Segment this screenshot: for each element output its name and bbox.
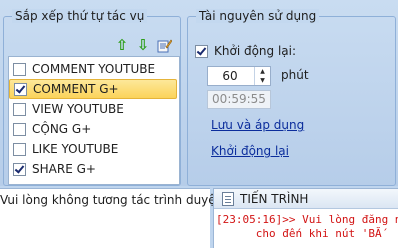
countdown-field: 00:59:55	[207, 90, 271, 109]
log-title: TIẾN TRÌNH	[240, 191, 309, 206]
task-label: COMMENT YOUTUBE	[32, 62, 156, 76]
task-item-comment-gplus[interactable]: COMMENT G+	[9, 79, 177, 99]
task-item-share-gplus[interactable]: SHARE G+	[9, 159, 177, 179]
task-label: COMMENT G+	[33, 82, 119, 96]
resources-group: Tài nguyên sử dụng Khởi động lại: 60 ▲ ▼…	[187, 9, 396, 186]
status-message: Vui lòng không tương tác trình duyệt.	[0, 193, 225, 207]
status-area: Vui lòng không tương tác trình duyệt.	[0, 188, 224, 248]
log-output: [23:05:16]>> Vui lòng đăng nhậ cho đến k…	[216, 213, 398, 241]
task-label: CỘNG G+	[32, 122, 92, 136]
checkbox[interactable]	[13, 162, 26, 176]
task-item-comment-youtube[interactable]: COMMENT YOUTUBE	[9, 59, 177, 79]
task-order-group: Sắp xếp thứ tự tác vụ ⇧ ⇩ COMMENT YOUTUB…	[3, 9, 181, 186]
task-label: VIEW YOUTUBE	[32, 102, 124, 116]
save-apply-link[interactable]: Lưu và áp dụng	[211, 118, 304, 132]
task-label: LIKE YOUTUBE	[32, 142, 119, 156]
minutes-input[interactable]: 60	[208, 67, 252, 85]
checkbox[interactable]	[13, 122, 26, 136]
checkbox[interactable]	[13, 62, 26, 76]
checkbox[interactable]	[13, 102, 26, 116]
progress-log-panel: TIẾN TRÌNH [23:05:16]>> Vui lòng đăng nh…	[213, 188, 398, 248]
task-list[interactable]: COMMENT YOUTUBE COMMENT G+ VIEW YOUTUBE …	[8, 56, 180, 185]
document-icon	[222, 191, 234, 206]
move-up-icon[interactable]: ⇧	[114, 36, 130, 54]
move-down-icon[interactable]: ⇩	[135, 36, 151, 54]
log-line: cho đến khi nút 'BẮ	[216, 227, 382, 240]
minutes-stepper[interactable]: 60 ▲ ▼	[207, 66, 271, 86]
resources-title: Tài nguyên sử dụng	[196, 9, 320, 23]
log-header: TIẾN TRÌNH	[214, 189, 398, 209]
increment-icon[interactable]: ▲	[255, 67, 270, 76]
restart-link[interactable]: Khởi động lại	[211, 144, 289, 158]
task-label: SHARE G+	[32, 162, 96, 176]
restart-checkbox[interactable]	[195, 44, 208, 58]
edit-save-icon[interactable]	[156, 36, 172, 54]
log-line: [23:05:16]>> Vui lòng đăng nhậ	[216, 213, 398, 226]
checkbox[interactable]	[14, 82, 27, 96]
decrement-icon[interactable]: ▼	[255, 76, 270, 85]
task-order-title: Sắp xếp thứ tự tác vụ	[12, 9, 148, 23]
checkbox[interactable]	[13, 142, 26, 156]
stepper-buttons: ▲ ▼	[254, 67, 270, 85]
minutes-unit: phút	[281, 68, 309, 82]
task-item-like-youtube[interactable]: LIKE YOUTUBE	[9, 139, 177, 159]
restart-toggle[interactable]: Khởi động lại:	[191, 44, 296, 58]
restart-label: Khởi động lại:	[214, 44, 297, 58]
task-item-view-youtube[interactable]: VIEW YOUTUBE	[9, 99, 177, 119]
task-toolbar: ⇧ ⇩	[8, 36, 178, 55]
task-item-cong-gplus[interactable]: CỘNG G+	[9, 119, 177, 139]
